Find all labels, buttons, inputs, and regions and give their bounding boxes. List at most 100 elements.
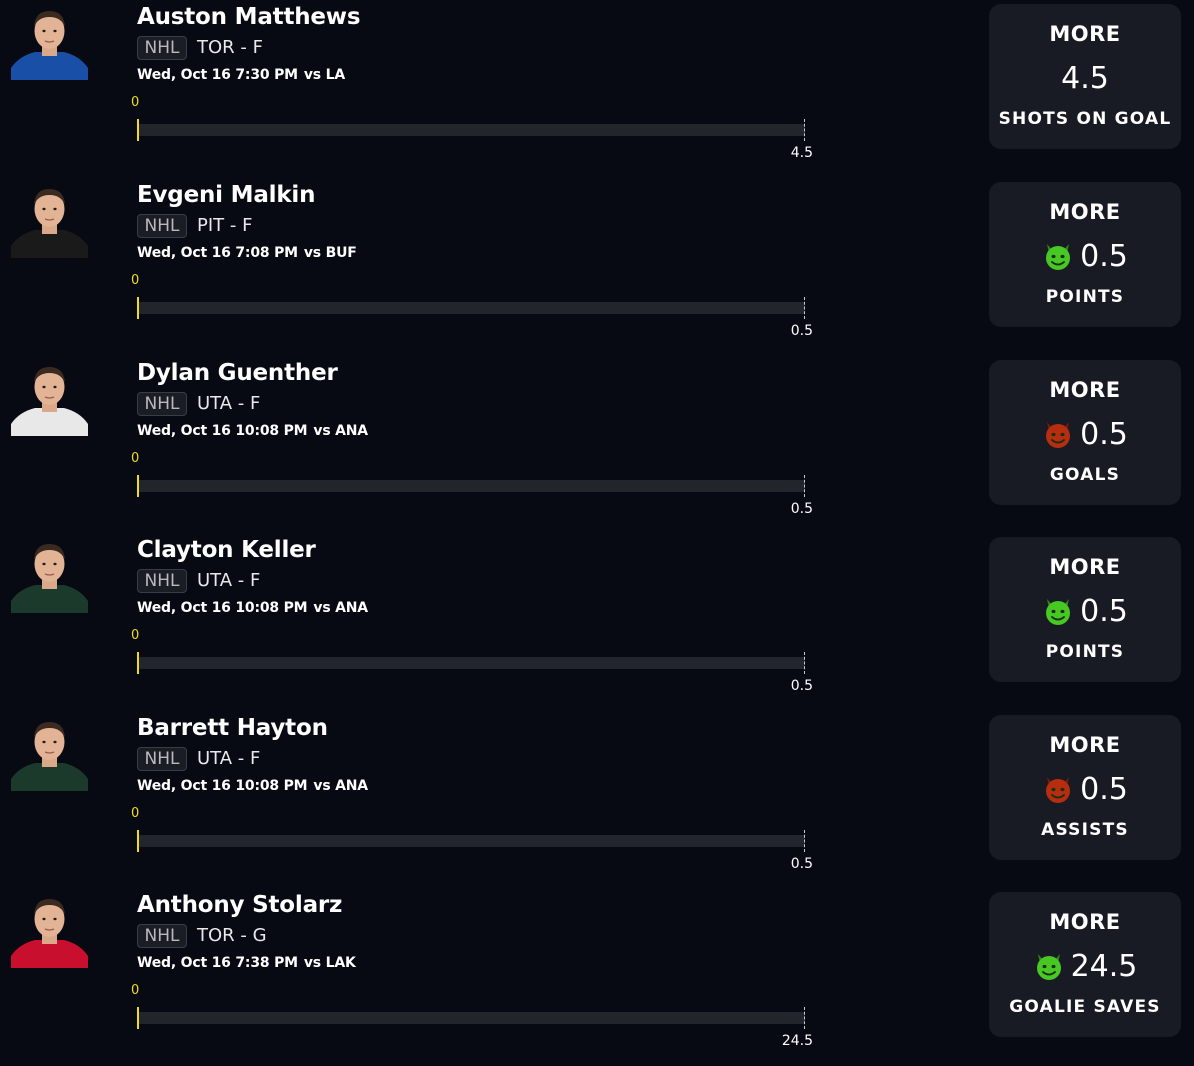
progress-target-label: 0.5 bbox=[790, 678, 813, 694]
progress-track bbox=[137, 124, 805, 136]
progress-current-marker bbox=[137, 652, 139, 674]
progress-track bbox=[137, 835, 805, 847]
red-demon-icon bbox=[1046, 777, 1071, 803]
player-name[interactable]: Anthony Stolarz bbox=[137, 892, 342, 918]
player-name[interactable]: Evgeni Malkin bbox=[137, 182, 315, 208]
game-time: Wed, Oct 16 10:08 PM bbox=[137, 423, 308, 439]
game-info: Wed, Oct 16 10:08 PM vs ANA bbox=[137, 778, 368, 794]
game-info: Wed, Oct 16 10:08 PM vs ANA bbox=[137, 423, 368, 439]
game-time: Wed, Oct 16 10:08 PM bbox=[137, 778, 308, 794]
progress-target-marker bbox=[804, 1007, 805, 1029]
stat-type: SHOTS ON GOAL bbox=[998, 109, 1172, 129]
progress-target-label: 0.5 bbox=[790, 501, 813, 517]
progress-current-marker bbox=[137, 119, 139, 141]
game-time: Wed, Oct 16 7:08 PM bbox=[137, 245, 298, 261]
player-avatar bbox=[11, 713, 88, 791]
stat-type: GOALIE SAVES bbox=[1009, 997, 1161, 1017]
pick-line-value: 0.5 bbox=[1080, 238, 1128, 274]
green-demon-icon bbox=[1046, 599, 1071, 625]
team-position: UTA - F bbox=[197, 393, 261, 414]
league-badge: NHL bbox=[137, 392, 187, 416]
progress-target-label: 24.5 bbox=[781, 1033, 813, 1049]
team-position: TOR - G bbox=[197, 925, 267, 946]
pick-line-value: 0.5 bbox=[1080, 771, 1128, 807]
progress-target-label: 4.5 bbox=[790, 145, 813, 161]
green-demon-icon bbox=[1046, 244, 1071, 270]
opponent: vs ANA bbox=[313, 778, 368, 794]
team-position: UTA - F bbox=[197, 570, 261, 591]
progress-target-marker bbox=[804, 830, 805, 852]
pick-value-line: 4.5 bbox=[989, 58, 1181, 98]
progress-target-label: 0.5 bbox=[790, 856, 813, 872]
player-name[interactable]: Dylan Guenther bbox=[137, 360, 338, 386]
progress-current-label: 0 bbox=[131, 451, 140, 466]
pick-direction: MORE bbox=[1049, 910, 1121, 934]
stat-type: POINTS bbox=[1045, 287, 1125, 307]
pick-card[interactable]: MORE 0.5 POINTS bbox=[989, 537, 1181, 682]
player-avatar bbox=[11, 890, 88, 968]
player-avatar bbox=[11, 535, 88, 613]
progress-current-label: 0 bbox=[131, 273, 140, 288]
progress-track bbox=[137, 480, 805, 492]
player-name[interactable]: Auston Matthews bbox=[137, 4, 361, 30]
pick-direction: MORE bbox=[1049, 378, 1121, 402]
prop-row: Barrett Hayton NHL UTA - F Wed, Oct 16 1… bbox=[0, 711, 1194, 889]
pick-card[interactable]: MORE 0.5 GOALS bbox=[989, 360, 1181, 505]
team-position: UTA - F bbox=[197, 748, 261, 769]
game-info: Wed, Oct 16 7:08 PM vs BUF bbox=[137, 245, 357, 261]
league-badge: NHL bbox=[137, 36, 187, 60]
pick-card[interactable]: MORE 0.5 ASSISTS bbox=[989, 715, 1181, 860]
pick-line-value: 24.5 bbox=[1070, 948, 1138, 984]
progress-target-marker bbox=[804, 475, 805, 497]
player-avatar bbox=[11, 180, 88, 258]
progress-current-label: 0 bbox=[131, 95, 140, 110]
opponent: vs ANA bbox=[313, 600, 368, 616]
league-badge: NHL bbox=[137, 214, 187, 238]
league-badge: NHL bbox=[137, 747, 187, 771]
progress-track bbox=[137, 302, 805, 314]
progress-target-marker bbox=[804, 297, 805, 319]
red-demon-icon bbox=[1046, 422, 1071, 448]
pick-card[interactable]: MORE 0.5 POINTS bbox=[989, 182, 1181, 327]
pick-value-line: 0.5 bbox=[989, 591, 1181, 631]
progress-target-marker bbox=[804, 119, 805, 141]
progress-target-label: 0.5 bbox=[790, 323, 813, 339]
progress-current-label: 0 bbox=[131, 983, 140, 998]
pick-line-value: 4.5 bbox=[1061, 60, 1109, 96]
green-demon-icon bbox=[1036, 954, 1061, 980]
pick-card[interactable]: MORE 24.5 GOALIE SAVES bbox=[989, 892, 1181, 1037]
prop-row: Anthony Stolarz NHL TOR - G Wed, Oct 16 … bbox=[0, 888, 1194, 1066]
pick-direction: MORE bbox=[1049, 733, 1121, 757]
progress-track bbox=[137, 1012, 805, 1024]
stat-type: GOALS bbox=[1049, 465, 1121, 485]
game-info: Wed, Oct 16 10:08 PM vs ANA bbox=[137, 600, 368, 616]
prop-row: Clayton Keller NHL UTA - F Wed, Oct 16 1… bbox=[0, 533, 1194, 711]
opponent: vs BUF bbox=[303, 245, 357, 261]
player-avatar bbox=[11, 358, 88, 436]
prop-row: Dylan Guenther NHL UTA - F Wed, Oct 16 1… bbox=[0, 356, 1194, 534]
pick-value-line: 0.5 bbox=[989, 769, 1181, 809]
pick-card[interactable]: MORE 4.5 SHOTS ON GOAL bbox=[989, 4, 1181, 149]
opponent: vs LAK bbox=[303, 955, 356, 971]
prop-row: Auston Matthews NHL TOR - F Wed, Oct 16 … bbox=[0, 0, 1194, 178]
progress-current-marker bbox=[137, 830, 139, 852]
stat-type: POINTS bbox=[1045, 642, 1125, 662]
team-position: TOR - F bbox=[197, 37, 263, 58]
game-time: Wed, Oct 16 7:30 PM bbox=[137, 67, 298, 83]
player-avatar bbox=[11, 2, 88, 80]
player-name[interactable]: Barrett Hayton bbox=[137, 715, 328, 741]
pick-value-line: 0.5 bbox=[989, 236, 1181, 276]
progress-target-marker bbox=[804, 652, 805, 674]
progress-current-marker bbox=[137, 1007, 139, 1029]
pick-line-value: 0.5 bbox=[1080, 416, 1128, 452]
progress-current-label: 0 bbox=[131, 628, 140, 643]
progress-current-marker bbox=[137, 475, 139, 497]
game-info: Wed, Oct 16 7:38 PM vs LAK bbox=[137, 955, 356, 971]
progress-current-label: 0 bbox=[131, 806, 140, 821]
game-time: Wed, Oct 16 7:38 PM bbox=[137, 955, 298, 971]
player-name[interactable]: Clayton Keller bbox=[137, 537, 316, 563]
pick-direction: MORE bbox=[1049, 200, 1121, 224]
stat-type: ASSISTS bbox=[1041, 820, 1129, 840]
game-info: Wed, Oct 16 7:30 PM vs LA bbox=[137, 67, 345, 83]
pick-direction: MORE bbox=[1049, 22, 1121, 46]
